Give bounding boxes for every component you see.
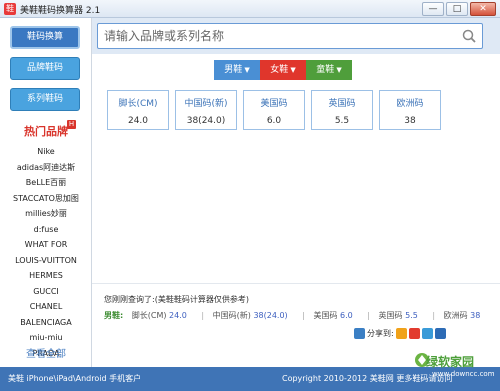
recent-value: 38 — [470, 311, 481, 320]
card-value: 38(24.0) — [186, 116, 226, 126]
separator: | — [367, 311, 370, 320]
share-plus-icon[interactable] — [354, 328, 365, 339]
share-bar: 分享到: — [354, 328, 446, 339]
search-icon[interactable] — [462, 29, 476, 43]
size-card-us[interactable]: 美国码 6.0 — [243, 90, 305, 130]
watermark-url: www.downcc.com — [432, 370, 495, 378]
separator: | — [201, 311, 205, 320]
divider — [92, 283, 500, 284]
app-icon: 鞋 — [4, 3, 16, 15]
recent-label: 中国码(新) — [212, 311, 251, 320]
size-card-eu[interactable]: 欧洲码 38 — [379, 90, 441, 130]
maximize-button[interactable]: □ — [446, 2, 468, 16]
brand-link[interactable]: adidas阿迪达斯 — [0, 160, 92, 176]
brand-link[interactable]: Nike — [0, 144, 92, 160]
hot-badge: H — [67, 120, 76, 129]
close-button[interactable]: ✕ — [470, 2, 496, 16]
size-card-foot-length[interactable]: 脚长(CM) 24.0 — [107, 90, 169, 130]
recent-label: 英国码 — [378, 311, 403, 320]
tab-label: 男鞋 — [224, 65, 243, 75]
card-label: 美国码 — [260, 99, 288, 109]
title-bar: 鞋 美鞋鞋码换算器 2.1 — □ ✕ — [0, 0, 500, 18]
brand-link[interactable]: BALENCIAGA — [0, 315, 92, 331]
series-size-button[interactable]: 系列鞋码 — [10, 88, 80, 111]
qzone-icon[interactable] — [395, 328, 407, 339]
brand-link[interactable]: HERMES — [0, 268, 92, 284]
recent-value: 6.0 — [340, 311, 353, 320]
recent-label: 美国码 — [313, 311, 338, 320]
search-input[interactable] — [104, 24, 454, 48]
weibo-icon[interactable] — [408, 328, 420, 339]
brand-link[interactable]: LOUIS-VUITTON — [0, 253, 92, 269]
renren-icon[interactable] — [434, 328, 446, 339]
window-controls: — □ ✕ — [422, 2, 496, 16]
tab-label: 童鞋 — [316, 65, 335, 75]
brand-link[interactable]: CHANEL — [0, 299, 92, 315]
tencent-weibo-icon[interactable] — [421, 328, 433, 339]
gender-tabs: 男鞋 ▼ 女鞋 ▼ 童鞋 ▼ — [214, 60, 352, 80]
size-card-uk[interactable]: 英国码 5.5 — [311, 90, 373, 130]
mobile-client-link[interactable]: 美鞋 iPhone\iPad\Android 手机客户 — [8, 373, 141, 384]
recent-label: 欧洲码 — [443, 311, 468, 320]
separator: | — [302, 311, 305, 320]
recent-query-row: 男鞋: 脚长(CM) 24.0 | 中国码(新) 38(24.0) | 美国码 … — [104, 310, 486, 321]
brand-link[interactable]: GUCCI — [0, 284, 92, 300]
brand-list: Nike adidas阿迪达斯 BeLLE百丽 STACCATO思加图 mill… — [0, 144, 92, 361]
main-panel: 男鞋▼ 女鞋▼ 童鞋▼ 脚长(CM) 24.0 中国码(新) 38(24.0) … — [92, 18, 500, 367]
separator: | — [432, 311, 436, 320]
recent-value: 5.5 — [405, 311, 418, 320]
watermark-text: 绿软家园 — [426, 355, 475, 369]
window-title: 美鞋鞋码换算器 2.1 — [20, 6, 101, 16]
card-value: 24.0 — [127, 116, 149, 126]
size-cards: 脚长(CM) 24.0 中国码(新) 38(24.0) 美国码 6.0 英国码 … — [107, 90, 441, 130]
chevron-down-icon: ▼ — [336, 66, 342, 74]
chevron-down-icon: ▼ — [244, 66, 250, 74]
recent-label: 脚长(CM) — [131, 311, 167, 320]
tab-women[interactable]: 女鞋 ▼ — [260, 60, 306, 80]
card-label: 欧洲码 — [396, 99, 424, 109]
size-conversion-button[interactable]: 鞋码换算 — [10, 26, 80, 49]
recent-value: 38(24.0) — [253, 311, 288, 320]
card-value: 5.5 — [334, 116, 350, 126]
sidebar: 鞋码换算 品牌鞋码 系列鞋码 热门品牌 H Nike adidas阿迪达斯 Be… — [0, 18, 92, 367]
chevron-down-icon: ▼ — [290, 66, 296, 74]
recent-gender: 男鞋: — [104, 311, 124, 320]
tab-men[interactable]: 男鞋 ▼ — [214, 60, 260, 80]
tab-kids[interactable]: 童鞋 ▼ — [306, 60, 352, 80]
recent-value: 24.0 — [169, 311, 187, 320]
brand-link[interactable]: d:fuse — [0, 222, 92, 238]
brand-link[interactable]: BeLLE百丽 — [0, 175, 92, 191]
card-value: 38 — [404, 116, 416, 126]
brand-size-button[interactable]: 品牌鞋码 — [10, 57, 80, 80]
recent-query-title: 您刚刚查询了:(美鞋鞋码计算器仅供参考) — [104, 295, 249, 304]
brand-link[interactable]: miu-miu — [0, 330, 92, 346]
card-label: 英国码 — [328, 99, 356, 109]
card-label: 中国码(新) — [184, 99, 228, 109]
minimize-button[interactable]: — — [422, 2, 444, 16]
card-label: 脚长(CM) — [118, 99, 158, 109]
search-bar — [92, 18, 500, 54]
brand-link[interactable]: WHAT FOR — [0, 237, 92, 253]
size-card-china[interactable]: 中国码(新) 38(24.0) — [175, 90, 237, 130]
tab-label: 女鞋 — [270, 65, 289, 75]
view-all-link[interactable]: 查看全部 — [0, 345, 92, 360]
search-box — [97, 23, 483, 49]
hot-brands-title: 热门品牌 — [24, 125, 68, 138]
card-value: 6.0 — [266, 116, 282, 126]
brand-link[interactable]: millies妙丽 — [0, 206, 92, 222]
share-label: 分享到: — [367, 329, 394, 338]
brand-link[interactable]: STACCATO思加图 — [0, 191, 92, 207]
